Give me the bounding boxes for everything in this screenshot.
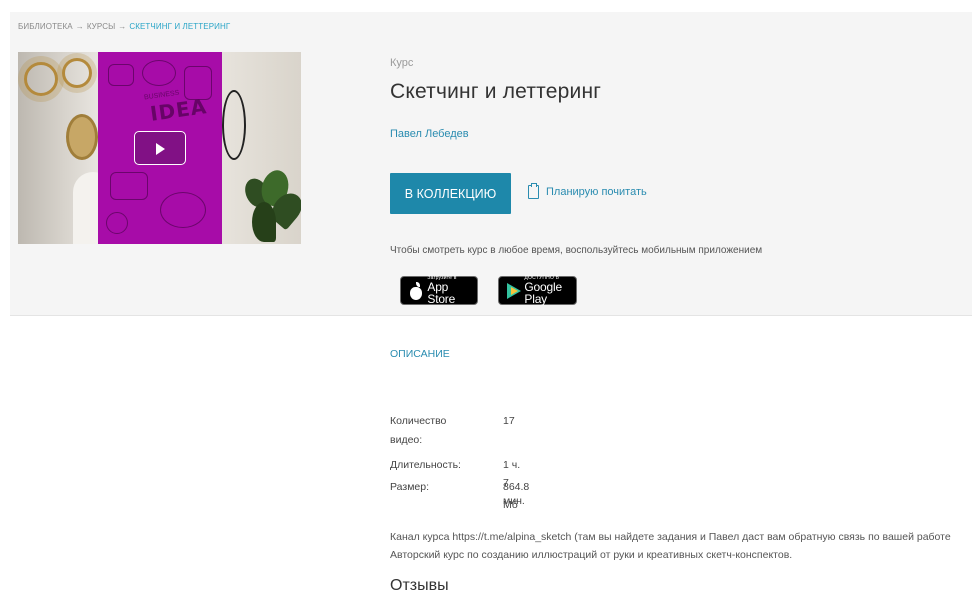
add-to-collection-button[interactable]: В КОЛЛЕКЦИЮ xyxy=(390,173,511,214)
size-label: Размер: xyxy=(390,481,430,493)
hanging-ring xyxy=(222,90,246,160)
mobile-app-note: Чтобы смотреть курс в любое время, воспо… xyxy=(390,245,763,256)
video-thumbnail-left xyxy=(18,52,113,244)
plan-to-read-button[interactable]: Планирую почитать xyxy=(528,183,647,199)
reviews-heading: Отзывы xyxy=(390,577,449,594)
doodle xyxy=(110,172,148,200)
play-icon xyxy=(156,143,165,155)
breadcrumb-courses[interactable]: КУРСЫ xyxy=(87,22,115,31)
size-value: 864.8 Мб xyxy=(503,481,530,511)
content-type-label: Курс xyxy=(390,57,414,69)
breadcrumb-library[interactable]: БИБЛИОТЕКА xyxy=(18,22,73,31)
apple-icon xyxy=(408,281,423,300)
course-description: Канал курса https://t.me/alpina_sketch (… xyxy=(390,528,972,564)
videos-count-label-line1: Количество xyxy=(390,415,447,427)
duration-label: Длительность: xyxy=(390,459,461,471)
play-button[interactable] xyxy=(134,131,186,165)
app-store-big-text: App Store xyxy=(427,280,456,306)
video-thumbnail-right xyxy=(222,52,301,244)
sunburst-mirror xyxy=(62,58,92,88)
round-mirror xyxy=(66,114,98,160)
plan-to-read-label: Планирую почитать xyxy=(546,186,647,198)
app-store-badge[interactable]: Загрузите в App Store xyxy=(400,276,478,305)
breadcrumb-separator: → xyxy=(75,22,84,31)
tab-description[interactable]: ОПИСАНИЕ xyxy=(390,348,450,360)
google-play-badge[interactable]: ДОСТУПНО В Google Play xyxy=(498,276,577,305)
page-title: Скетчинг и леттеринг xyxy=(390,80,602,103)
doodle xyxy=(160,192,206,228)
breadcrumb-current: СКЕТЧИНГ И ЛЕТТЕРИНГ xyxy=(129,22,231,31)
description-line-2: Авторский курс по созданию иллюстраций о… xyxy=(390,549,793,561)
doodle xyxy=(142,60,176,86)
author-link[interactable]: Павел Лебедев xyxy=(390,128,469,140)
google-play-big-text: Google Play xyxy=(524,280,562,306)
breadcrumb-separator: → xyxy=(118,22,127,31)
videos-count-value: 17 xyxy=(503,415,515,427)
doodle xyxy=(106,212,128,234)
clipboard-icon xyxy=(528,183,539,199)
course-video-preview[interactable]: BUSINESS IDEA xyxy=(18,52,301,244)
breadcrumb: БИБЛИОТЕКА → КУРСЫ → СКЕТЧИНГ И ЛЕТТЕРИНГ xyxy=(18,22,230,31)
videos-count-label-line2: видео: xyxy=(390,434,423,446)
description-line-1: Канал курса https://t.me/alpina_sketch (… xyxy=(390,531,951,543)
google-play-icon xyxy=(507,282,522,299)
doodle xyxy=(108,64,134,86)
sunburst-mirror xyxy=(24,62,58,96)
plant-leaf xyxy=(252,202,276,242)
